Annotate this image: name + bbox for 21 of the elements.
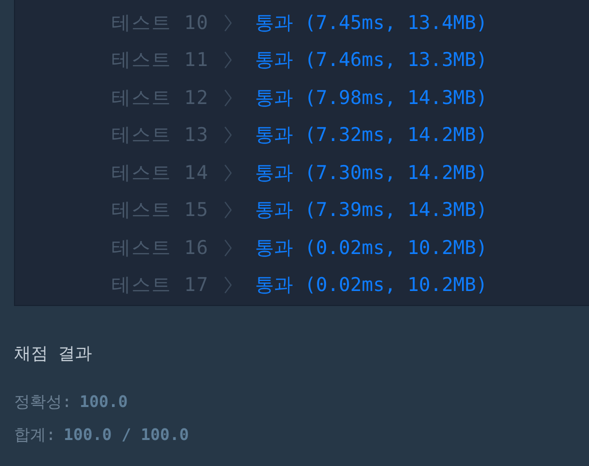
chevron-icon xyxy=(223,238,233,258)
test-result: 통과 (7.98ms, 14.3MB) xyxy=(255,86,488,110)
chevron-icon xyxy=(223,200,233,220)
chevron-icon xyxy=(223,88,233,108)
test-result: 통과 (7.45ms, 13.4MB) xyxy=(255,10,488,36)
chevron-icon xyxy=(223,50,233,70)
test-result: 통과 (0.02ms, 10.2MB) xyxy=(255,236,488,260)
summary-value: 100.0 xyxy=(80,391,128,413)
chevron-icon xyxy=(223,275,233,296)
chevron-icon xyxy=(223,162,233,183)
test-result: 통과 (7.30ms, 14.2MB) xyxy=(255,160,488,186)
test-result: 통과 (7.46ms, 13.3MB) xyxy=(255,48,488,73)
test-result: 통과 (0.02ms, 10.2MB) xyxy=(255,273,488,298)
summary-label: 합계: xyxy=(14,424,56,446)
chevron-icon xyxy=(223,125,233,146)
summary-value: 100.0 / 100.0 xyxy=(64,424,189,446)
summary-label: 정확성: xyxy=(14,391,72,413)
test-result: 통과 (7.39ms, 14.3MB) xyxy=(255,198,488,223)
test-result: 통과 (7.32ms, 14.2MB) xyxy=(255,123,488,148)
chevron-icon xyxy=(223,12,233,33)
section-title: 채점 결과 xyxy=(14,343,94,366)
